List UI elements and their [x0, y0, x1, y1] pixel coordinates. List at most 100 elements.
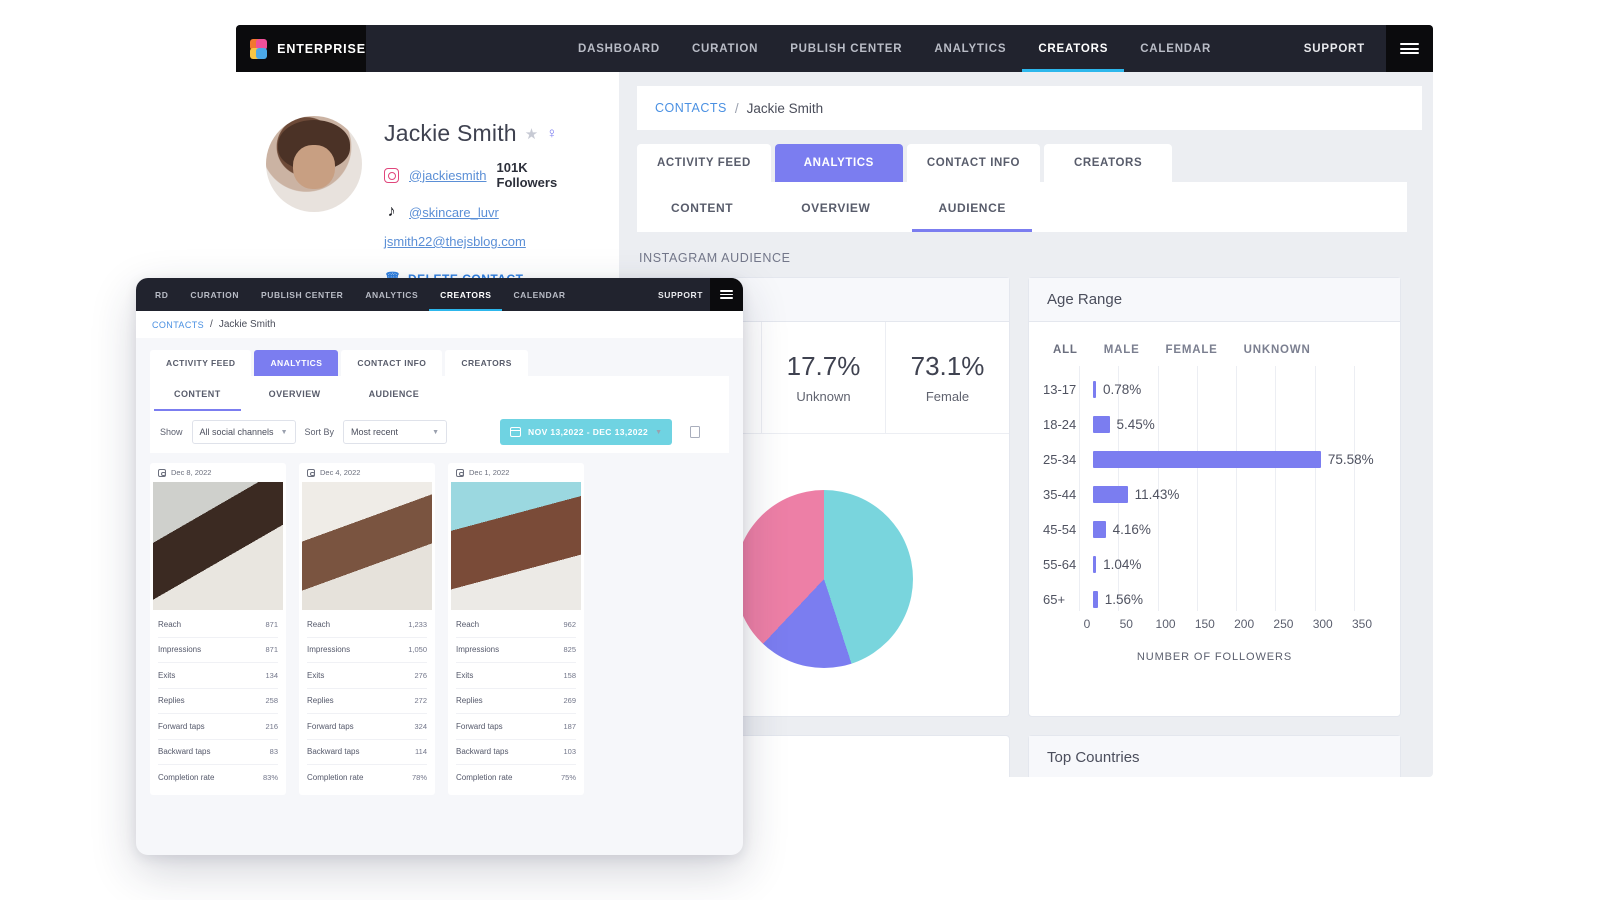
front-nav-item-curation[interactable]: CURATION	[179, 278, 250, 311]
post-metric-row: Exits 158	[456, 663, 576, 689]
front-contact-tabs: ACTIVITY FEED ANALYTICS CONTACT INFO CRE…	[136, 338, 743, 376]
foreground-app-window: RD CURATION PUBLISH CENTER ANALYTICS CRE…	[136, 278, 743, 855]
tab-activity-feed[interactable]: ACTIVITY FEED	[637, 144, 771, 182]
age-bar-value: 11.43%	[1134, 487, 1180, 502]
post-card[interactable]: Dec 4, 2022 Reach 1,233 Impressions 1,050 Exi…	[299, 463, 435, 795]
front-subtab-content[interactable]: CONTENT	[150, 377, 245, 411]
age-bar-label: 18-24	[1043, 417, 1077, 432]
front-nav-item-publish-center[interactable]: PUBLISH CENTER	[250, 278, 354, 311]
post-card[interactable]: Dec 1, 2022 Reach 962 Impressions 825 Exits 15…	[448, 463, 584, 795]
age-chart-x-tick: 350	[1351, 617, 1373, 631]
front-breadcrumb-current: Jackie Smith	[218, 319, 276, 330]
back-top-navigation-bar: ENTERPRISE DASHBOARD CURATION PUBLISH CE…	[236, 25, 1433, 72]
post-metric-label: Impressions	[456, 645, 500, 655]
contact-tabs: ACTIVITY FEED ANALYTICS CONTACT INFO CRE…	[637, 144, 1423, 182]
age-bar-row: 55-64 1.04%	[1043, 547, 1384, 582]
top-countries-title: Top Countries	[1029, 736, 1400, 777]
gender-pie-slices	[734, 490, 913, 668]
nav-item-curation[interactable]: CURATION	[676, 25, 774, 72]
date-range-picker[interactable]: NOV 13,2022 - DEC 13,2022 ▼	[500, 419, 673, 445]
post-metric-row: Backward taps 114	[307, 740, 427, 765]
instagram-handle-link[interactable]: @jackiesmith	[409, 168, 487, 183]
age-filter-female[interactable]: FEMALE	[1166, 344, 1218, 356]
age-filter-male[interactable]: MALE	[1104, 344, 1140, 356]
front-tab-creators[interactable]: CREATORS	[445, 350, 528, 376]
support-link[interactable]: SUPPORT	[1304, 25, 1365, 72]
front-support-link[interactable]: SUPPORT	[658, 278, 703, 311]
front-nav-item-creators[interactable]: CREATORS	[429, 278, 503, 311]
front-subtab-audience[interactable]: AUDIENCE	[345, 377, 444, 411]
age-bar-row: 18-24 5.45%	[1043, 407, 1384, 442]
four-square-logo-icon	[250, 38, 268, 59]
nav-item-dashboard[interactable]: DASHBOARD	[562, 25, 676, 72]
age-bar-label: 45-54	[1043, 522, 1077, 537]
age-bar-value: 4.16%	[1112, 522, 1151, 537]
post-metric-value: 276	[414, 670, 427, 680]
post-metric-row: Forward taps 187	[456, 714, 576, 740]
chevron-down-icon: ▼	[432, 428, 440, 436]
age-bar-row: 25-34 75.58%	[1043, 442, 1384, 477]
post-card-header: Dec 4, 2022	[299, 463, 435, 482]
age-bar-track: 1.56%	[1093, 582, 1384, 617]
age-bar-value: 1.04%	[1103, 557, 1142, 572]
front-subtab-overview[interactable]: OVERVIEW	[245, 377, 345, 411]
front-nav-item-dashboard[interactable]: RD	[144, 278, 179, 311]
age-filter-all[interactable]: ALL	[1053, 344, 1078, 356]
nav-item-publish-center[interactable]: PUBLISH CENTER	[774, 25, 918, 72]
age-bar-value: 0.78%	[1103, 382, 1142, 397]
post-metric-label: Reach	[456, 619, 480, 629]
star-icon[interactable]: ★	[525, 125, 538, 143]
show-filter-label: Show	[160, 427, 183, 437]
post-metric-label: Replies	[307, 696, 334, 706]
post-metric-label: Exits	[456, 670, 474, 680]
front-analytics-subtabs: CONTENT OVERVIEW AUDIENCE	[150, 376, 729, 411]
front-nav-item-calendar[interactable]: CALENDAR	[502, 278, 576, 311]
tab-creators[interactable]: CREATORS	[1044, 144, 1173, 182]
front-tab-analytics[interactable]: ANALYTICS	[254, 350, 339, 376]
age-bar-label: 25-34	[1043, 452, 1077, 467]
age-chart-x-axis: 0 50 100 150 200 250 300 350	[1084, 617, 1390, 637]
tiktok-icon: ♪	[387, 203, 396, 220]
post-metric-row: Forward taps 324	[307, 714, 427, 740]
breadcrumb-contacts-link[interactable]: CONTACTS	[655, 101, 727, 115]
chevron-down-icon: ▼	[280, 428, 288, 436]
age-bar	[1093, 521, 1106, 538]
nav-item-calendar[interactable]: CALENDAR	[1124, 25, 1227, 72]
age-bar	[1093, 416, 1110, 433]
post-metric-value: 871	[265, 619, 278, 629]
tab-analytics[interactable]: ANALYTICS	[774, 144, 903, 182]
post-metric-label: Reach	[158, 619, 182, 629]
show-filter-select[interactable]: All social channels ▼	[191, 420, 296, 444]
instagram-icon	[456, 468, 464, 477]
front-hamburger-menu-icon[interactable]	[710, 278, 743, 311]
age-chart-x-tick: 250	[1273, 617, 1294, 631]
front-tab-activity-feed[interactable]: ACTIVITY FEED	[150, 350, 252, 376]
tab-contact-info[interactable]: CONTACT INFO	[906, 144, 1041, 182]
tiktok-handle-link[interactable]: @skincare_luvr	[409, 205, 499, 220]
subtab-content[interactable]: CONTENT	[637, 184, 767, 232]
section-label-instagram-audience: INSTAGRAM AUDIENCE	[639, 251, 791, 265]
nav-item-analytics[interactable]: ANALYTICS	[918, 25, 1022, 72]
post-metric-label: Backward taps	[456, 747, 509, 757]
avatar	[266, 116, 362, 212]
post-metrics: Reach 962 Impressions 825 Exits 158 Replies 269…	[448, 610, 584, 795]
age-filter-unknown[interactable]: UNKNOWN	[1244, 344, 1311, 356]
screenshot-canvas: ENTERPRISE DASHBOARD CURATION PUBLISH CE…	[0, 0, 1600, 900]
age-gender-filter: ALL MALE FEMALE UNKNOWN	[1029, 322, 1400, 366]
brand-logo-block[interactable]: ENTERPRISE	[236, 25, 366, 72]
subtab-audience[interactable]: AUDIENCE	[904, 184, 1039, 232]
sortby-filter-select[interactable]: Most recent ▼	[343, 420, 448, 444]
nav-item-creators[interactable]: CREATORS	[1022, 25, 1125, 72]
subtab-overview[interactable]: OVERVIEW	[767, 184, 904, 232]
post-metric-value: 324	[414, 721, 427, 731]
post-card[interactable]: Dec 8, 2022 Reach 871 Impressions 871 Exits 13…	[150, 463, 286, 795]
front-nav-item-analytics[interactable]: ANALYTICS	[354, 278, 429, 311]
front-breadcrumb-contacts-link[interactable]: CONTACTS	[152, 320, 204, 330]
download-report-icon[interactable]	[690, 426, 701, 438]
brand-name: ENTERPRISE	[277, 41, 366, 56]
hamburger-menu-icon[interactable]	[1386, 25, 1433, 72]
front-tab-contact-info[interactable]: CONTACT INFO	[341, 350, 443, 376]
breadcrumb-separator: /	[734, 100, 739, 116]
email-link[interactable]: jsmith22@thejsblog.com	[384, 234, 589, 249]
post-date: Dec 8, 2022	[171, 468, 212, 477]
